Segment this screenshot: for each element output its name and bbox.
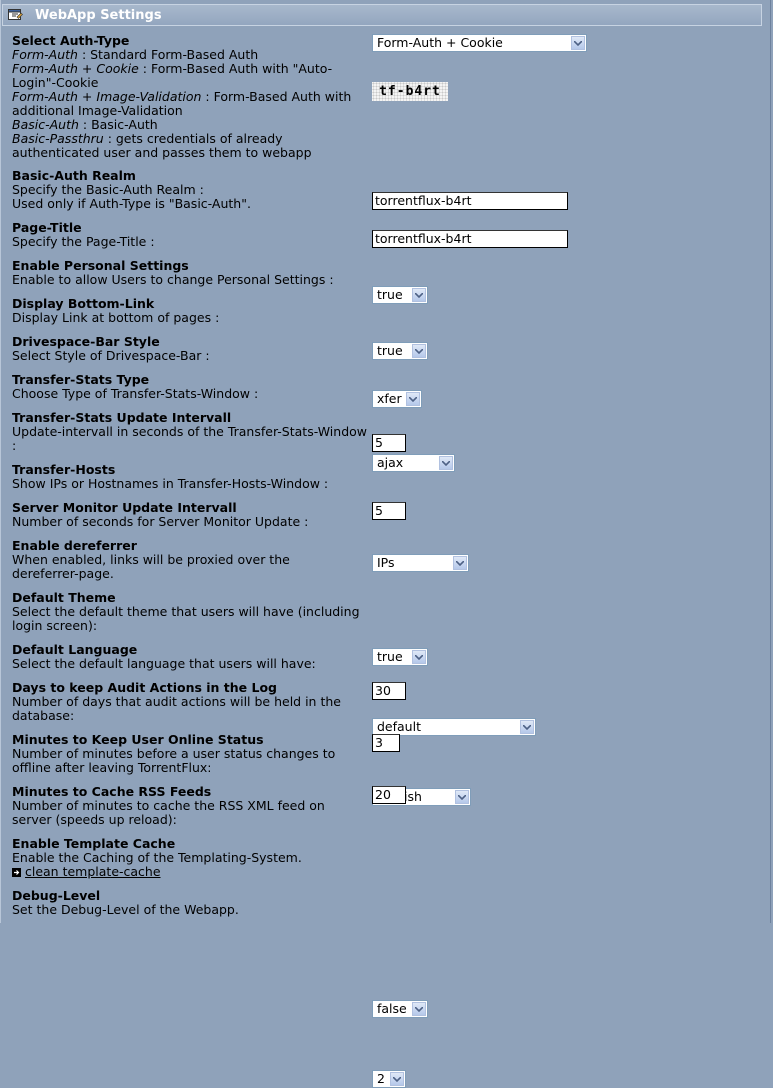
transfer-stats-interval-input[interactable]: 5	[372, 434, 406, 452]
online-minutes-input[interactable]: 3	[372, 734, 400, 752]
audit-days-setting: Days to keep Audit Actions in the Log Nu…	[12, 680, 341, 723]
page-title-input[interactable]: torrentflux-b4rt	[372, 230, 568, 248]
chevron-down-icon	[520, 720, 534, 734]
dereferrer-setting: Enable dereferrer When enabled, links wi…	[12, 538, 290, 581]
chevron-down-icon	[412, 344, 426, 358]
settings-window-icon	[8, 8, 23, 21]
basic-realm-input[interactable]: torrentflux-b4rt	[372, 192, 568, 210]
bottom-link-setting: Display Bottom-Link Display Link at bott…	[12, 296, 220, 325]
auth-type-setting: Select Auth-Type Form-Auth : Standard Fo…	[12, 34, 367, 160]
chevron-down-icon	[412, 1002, 426, 1016]
transfer-hosts-select[interactable]: IPs	[372, 554, 469, 572]
audit-days-input[interactable]: 30	[372, 682, 406, 700]
rss-cache-setting: Minutes to Cache RSS Feeds Number of min…	[12, 784, 325, 827]
transfer-stats-interval-setting: Transfer-Stats Update Intervall Update-i…	[12, 410, 367, 453]
chevron-down-icon	[455, 790, 469, 804]
online-status-setting: Minutes to Keep User Online Status Numbe…	[12, 732, 336, 775]
template-cache-setting: Enable Template Cache Enable the Caching…	[12, 837, 367, 879]
transfer-hosts-setting: Transfer-Hosts Show IPs or Hostnames in …	[12, 462, 329, 491]
panel-titlebar: WebApp Settings	[2, 4, 762, 26]
rss-cache-input[interactable]: 20	[372, 786, 406, 804]
personal-settings-select[interactable]: true	[372, 286, 428, 304]
clean-cache-link-row[interactable]: clean template-cache	[12, 865, 367, 879]
auth-option-image-validation: Form-Auth + Image-Validation : Form-Base…	[12, 89, 352, 118]
drivespace-style-select[interactable]: xfer	[372, 390, 422, 408]
chevron-down-icon	[412, 650, 426, 664]
server-monitor-interval-setting: Server Monitor Update Intervall Number o…	[12, 500, 309, 529]
basic-realm-setting: Basic-Auth Realm Specify the Basic-Auth …	[12, 168, 251, 211]
debug-level-select[interactable]: 2	[372, 1070, 406, 1088]
default-language-setting: Default Language Select the default lang…	[12, 642, 316, 671]
clean-template-cache-link[interactable]: clean template-cache	[25, 864, 161, 879]
auth-option-basic: Basic-Auth : Basic-Auth	[12, 117, 158, 132]
auth-type-select[interactable]: Form-Auth + Cookie	[372, 34, 587, 52]
auth-option-passthru: Basic-Passthru : gets credentials of alr…	[12, 131, 312, 160]
chevron-down-icon	[453, 556, 467, 570]
transfer-stats-type-select[interactable]: ajax	[372, 454, 455, 472]
debug-level-setting: Debug-Level Set the Debug-Level of the W…	[12, 888, 239, 917]
chevron-down-icon	[439, 456, 453, 470]
bottom-link-select[interactable]: true	[372, 342, 428, 360]
chevron-down-icon	[571, 36, 585, 50]
dereferrer-select[interactable]: true	[372, 648, 428, 666]
arrow-right-icon	[12, 868, 21, 877]
auth-option-form: Form-Auth : Standard Form-Based Auth	[12, 47, 259, 62]
server-monitor-interval-input[interactable]: 5	[372, 502, 406, 520]
page-title-setting: Page-Title Specify the Page-Title :	[12, 220, 155, 249]
transfer-stats-type-setting: Transfer-Stats Type Choose Type of Trans…	[12, 372, 259, 401]
captcha-image: tf-b4rt	[372, 82, 448, 101]
chevron-down-icon	[412, 288, 426, 302]
personal-settings-setting: Enable Personal Settings Enable to allow…	[12, 258, 334, 287]
drivespace-style-setting: Drivespace-Bar Style Select Style of Dri…	[12, 334, 210, 363]
auth-option-form-cookie: Form-Auth + Cookie : Form-Based Auth wit…	[12, 61, 333, 90]
auth-type-label: Select Auth-Type	[12, 33, 130, 48]
default-theme-setting: Default Theme Select the default theme t…	[12, 590, 360, 633]
chevron-down-icon	[406, 392, 420, 406]
template-cache-select[interactable]: false	[372, 1000, 428, 1018]
panel-title: WebApp Settings	[35, 8, 162, 23]
chevron-down-icon	[390, 1072, 404, 1086]
